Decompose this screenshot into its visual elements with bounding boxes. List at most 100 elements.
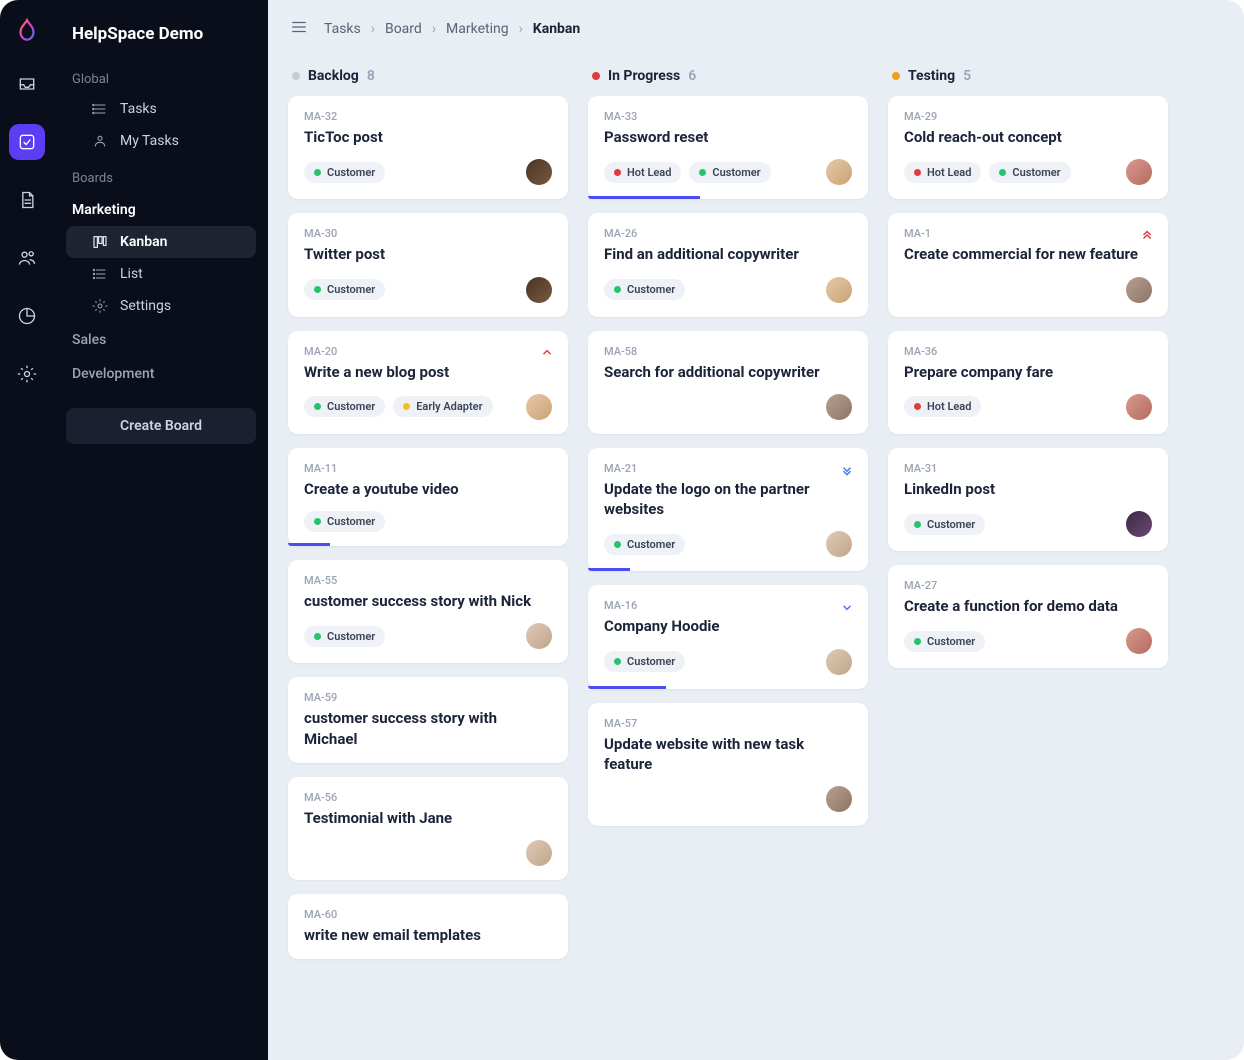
inbox-icon[interactable] [9, 66, 45, 102]
people-icon[interactable] [9, 240, 45, 276]
task-id: MA-29 [904, 110, 1152, 123]
task-id: MA-32 [304, 110, 552, 123]
tag-dot-icon [699, 169, 706, 176]
task-card[interactable]: MA-20Write a new blog postCustomerEarly … [288, 331, 568, 434]
task-card[interactable]: MA-1Create commercial for new feature [888, 213, 1168, 316]
column-header: Backlog8 [288, 64, 568, 96]
breadcrumb-board[interactable]: Board [385, 21, 422, 37]
tag-dot-icon [614, 541, 621, 548]
breadcrumb-marketing[interactable]: Marketing [446, 21, 509, 37]
sidebar-item-sales[interactable]: Sales [66, 324, 256, 356]
task-card[interactable]: MA-58Search for additional copywriter [588, 331, 868, 434]
task-title: Update website with new task feature [604, 734, 852, 775]
task-title: customer success story with Nick [304, 591, 552, 611]
task-card[interactable]: MA-59customer success story with Michael [288, 677, 568, 763]
task-card[interactable]: MA-26Find an additional copywriterCustom… [588, 213, 868, 316]
sidebar-item-kanban[interactable]: Kanban [66, 226, 256, 258]
progress-bar [588, 568, 630, 571]
task-title: Password reset [604, 127, 852, 147]
task-title: Twitter post [304, 244, 552, 264]
task-title: Company Hoodie [604, 616, 852, 636]
task-card[interactable]: MA-36Prepare company fareHot Lead [888, 331, 1168, 434]
column-inprogress: In Progress6MA-33Password resetHot LeadC… [588, 64, 868, 973]
menu-icon[interactable] [290, 18, 308, 40]
task-id: MA-11 [304, 462, 552, 475]
avatar [1126, 628, 1152, 654]
sidebar-item-development[interactable]: Development [66, 358, 256, 390]
task-card[interactable]: MA-11Create a youtube videoCustomer [288, 448, 568, 546]
task-card[interactable]: MA-33Password resetHot LeadCustomer [588, 96, 868, 199]
avatar [1126, 511, 1152, 537]
task-card[interactable]: MA-31LinkedIn postCustomer [888, 448, 1168, 551]
main: Tasks › Board › Marketing › Kanban Backl… [268, 0, 1244, 1060]
settings-rail-icon[interactable] [9, 356, 45, 392]
avatar [526, 623, 552, 649]
task-id: MA-59 [304, 691, 552, 704]
breadcrumb-tasks[interactable]: Tasks [324, 21, 361, 37]
task-card[interactable]: MA-21Update the logo on the partner webs… [588, 448, 868, 572]
tag-customer: Customer [304, 511, 385, 532]
tag-dot-icon [314, 518, 321, 525]
task-title: Create a function for demo data [904, 596, 1152, 616]
sidebar-item-mytasks[interactable]: My Tasks [66, 125, 256, 157]
sidebar-item-list[interactable]: List [66, 258, 256, 290]
task-id: MA-26 [604, 227, 852, 240]
document-icon[interactable] [9, 182, 45, 218]
tag-customer: Customer [989, 162, 1070, 183]
create-board-button[interactable]: Create Board [66, 408, 256, 444]
column-title: In Progress [608, 68, 680, 84]
tag-customer: Customer [604, 534, 685, 555]
reports-icon[interactable] [9, 298, 45, 334]
tag-hotlead: Hot Lead [604, 162, 681, 183]
task-title: TicToc post [304, 127, 552, 147]
label: My Tasks [120, 133, 179, 149]
task-title: Write a new blog post [304, 362, 552, 382]
task-id: MA-27 [904, 579, 1152, 592]
priority-icon [540, 345, 554, 364]
tag-dot-icon [914, 169, 921, 176]
task-id: MA-56 [304, 791, 552, 804]
tag-hotlead: Hot Lead [904, 162, 981, 183]
task-card[interactable]: MA-56Testimonial with Jane [288, 777, 568, 880]
task-id: MA-1 [904, 227, 1152, 240]
avatar [1126, 277, 1152, 303]
task-card[interactable]: MA-55customer success story with NickCus… [288, 560, 568, 663]
task-id: MA-31 [904, 462, 1152, 475]
column-backlog: Backlog8MA-32TicToc postCustomerMA-30Twi… [288, 64, 568, 973]
tag-customer: Customer [304, 279, 385, 300]
chevron-right-icon: › [519, 21, 523, 37]
app-title: HelpSpace Demo [72, 24, 250, 44]
task-card[interactable]: MA-29Cold reach-out conceptHot LeadCusto… [888, 96, 1168, 199]
task-id: MA-20 [304, 345, 552, 358]
task-id: MA-58 [604, 345, 852, 358]
icon-rail [0, 0, 54, 1060]
tag-hotlead: Hot Lead [904, 396, 981, 417]
task-card[interactable]: MA-32TicToc postCustomer [288, 96, 568, 199]
topbar: Tasks › Board › Marketing › Kanban [268, 0, 1244, 44]
tag-customer: Customer [904, 514, 985, 535]
tag-dot-icon [914, 521, 921, 528]
tag-customer: Customer [604, 651, 685, 672]
task-id: MA-21 [604, 462, 852, 475]
column-count: 5 [963, 68, 971, 84]
task-card[interactable]: MA-60write new email templates [288, 894, 568, 959]
tag-dot-icon [314, 403, 321, 410]
sidebar-item-tasks[interactable]: Tasks [66, 93, 256, 125]
label: Tasks [120, 101, 157, 117]
tag-dot-icon [614, 286, 621, 293]
priority-icon [1140, 227, 1154, 246]
progress-bar [288, 543, 330, 546]
task-card[interactable]: MA-16Company HoodieCustomer [588, 585, 868, 688]
sidebar-item-settings[interactable]: Settings [66, 290, 256, 322]
column-header: Testing5 [888, 64, 1168, 96]
task-card[interactable]: MA-57Update website with new task featur… [588, 703, 868, 827]
task-card[interactable]: MA-27 Create a function for demo data Cust… [888, 565, 1168, 668]
avatar [826, 394, 852, 420]
tasks-rail-icon[interactable] [9, 124, 45, 160]
sidebar-item-marketing[interactable]: Marketing [66, 194, 256, 226]
avatar [526, 277, 552, 303]
tag-customer: Customer [904, 631, 985, 652]
avatar [826, 649, 852, 675]
progress-bar [588, 686, 666, 689]
task-card[interactable]: MA-30Twitter postCustomer [288, 213, 568, 316]
